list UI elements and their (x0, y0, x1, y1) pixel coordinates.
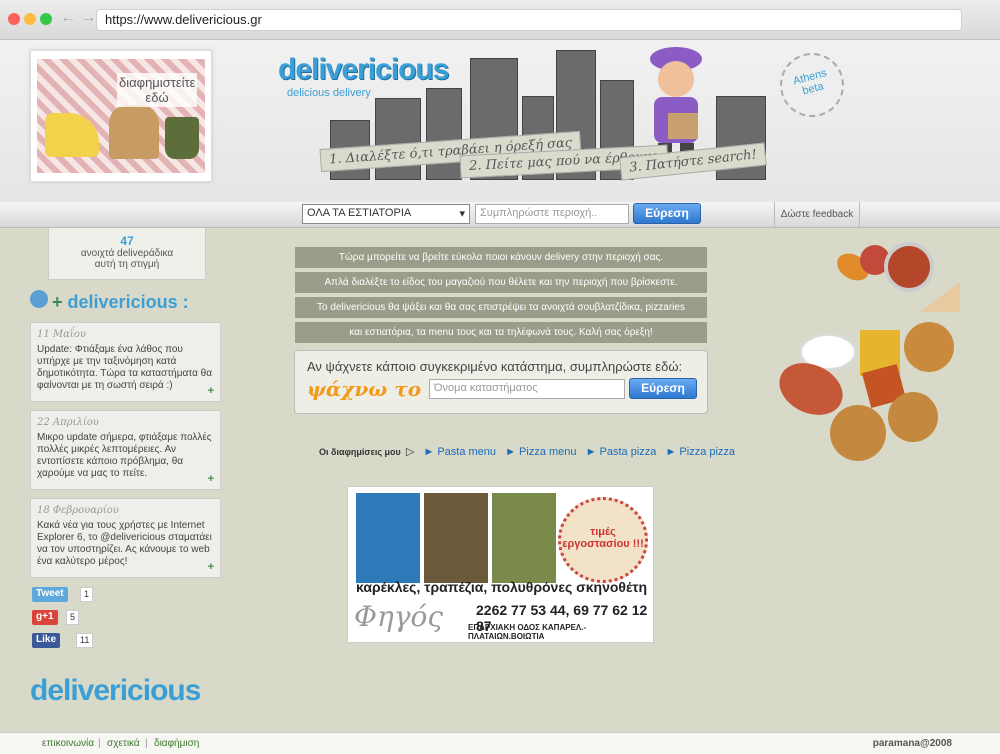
info-line: Απλά διαλέξτε το είδος του μαγαζιού που … (295, 272, 707, 293)
tweet-item: 22 Απριλίου Μικρο update σήμερα, φτιάξαμ… (30, 410, 221, 490)
close-window-icon[interactable] (8, 13, 20, 25)
open-label-sub: αυτή τη στιγμή (94, 259, 160, 270)
browser-toolbar: ← → https://www.delivericious.gr (0, 0, 1000, 40)
info-line: Τώρα μπορείτε να βρείτε εύκολα ποιοι κάν… (295, 247, 707, 268)
ad-image: διαφημιστείτε εδώ (37, 59, 205, 173)
donut-image (904, 322, 954, 372)
category-select[interactable]: ΟΛΑ ΤΑ ΕΣΤΙΑΤΟΡΙΑ ▾ (302, 204, 470, 224)
cookie-image (888, 392, 938, 442)
feedback-link[interactable]: Δώστε feedback (774, 202, 860, 228)
address-bar[interactable]: https://www.delivericious.gr (96, 9, 962, 31)
banner-tagline: καρέκλες, τραπέζια, πολυθρόνες σκηνοθέτη (356, 579, 648, 595)
expand-plus-icon[interactable]: + (208, 561, 214, 573)
site-footer: επικοινωνία | σχετικά | διαφήμιση parama… (0, 732, 1000, 754)
store-search-title: Αν ψάχνετε κάποιο συγκεκριμένο κατάστημα… (307, 359, 683, 374)
tweet-item: 11 Μαΐου Update: Φτιάξαμε ένα λάθος που … (30, 322, 221, 402)
store-search-button[interactable]: Εύρεση (629, 378, 697, 399)
yogurt-image (165, 117, 199, 159)
ads-label: Οι διαφημίσεις μου (319, 447, 401, 457)
footer-credit: paramana@2008 (872, 738, 952, 749)
minimize-window-icon[interactable] (24, 13, 36, 25)
cookie-image (830, 405, 886, 461)
info-line: και εστιατόρια, τα menu τους και τα τηλέ… (295, 322, 707, 343)
area-input[interactable]: Συμπληρώστε περιοχή.. (475, 204, 629, 224)
chevron-down-icon: ▾ (459, 208, 465, 220)
steps-banner: 1. Διαλέξτε ό,τι τραβάει η όρεξή σας 2. … (319, 118, 780, 181)
like-count: 11 (76, 633, 94, 648)
tweet-date: 18 Φεβρουαρίου (37, 505, 119, 516)
search-button[interactable]: Εύρεση (633, 203, 701, 224)
footer-link-about[interactable]: σχετικά (107, 733, 140, 754)
store-name-input[interactable]: Όνομα καταστήματος (429, 379, 625, 399)
site-tagline: delicious delivery (287, 87, 371, 99)
ad-text: διαφημιστείτε εδώ (117, 73, 197, 107)
maximize-window-icon[interactable] (40, 13, 52, 25)
tweet-text: Update: Φτιάξαμε ένα λάθος που υπήρχε με… (37, 344, 212, 391)
site-logo[interactable]: delivericious (278, 53, 449, 87)
bowl-image (884, 242, 934, 292)
header-ad[interactable]: διαφημιστείτε εδώ (30, 50, 212, 182)
twitter-feed-title: + delivericious : (52, 292, 189, 313)
play-icon: ▷ (405, 446, 415, 458)
footer-link-advertise[interactable]: διαφήμιση (154, 733, 199, 754)
tweet-date: 11 Μαΐου (37, 329, 86, 340)
facebook-like-button[interactable]: Like (32, 633, 61, 648)
chair-photo (356, 493, 420, 583)
ad-link[interactable]: ► Pizza pizza (665, 446, 735, 458)
twitter-bird-icon (30, 290, 48, 308)
bottom-logo[interactable]: delivericious (30, 674, 201, 708)
tweet-text: Κακά νέα για τους χρήστες με Internet Ex… (37, 520, 212, 567)
gplus-count: 5 (66, 610, 80, 625)
category-select-value: ΟΛΑ ΤΑ ΕΣΤΙΑΤΟΡΙΑ (307, 207, 412, 219)
tweet-item: 18 Φεβρουαρίου Κακά νέα για τους χρήστες… (30, 498, 221, 578)
tweet-button[interactable]: Tweet (32, 587, 68, 602)
footer-link-contact[interactable]: επικοινωνία (42, 733, 94, 754)
bread-image (109, 105, 159, 159)
footer-separator: | (98, 738, 101, 749)
ad-links: Οι διαφημίσεις μου ▷ ► Pasta menu ► Pizz… (319, 445, 735, 458)
furniture-ad-banner[interactable]: τιμές εργοστασίου !!! καρέκλες, τραπέζια… (347, 486, 654, 643)
ad-link[interactable]: ► Pasta pizza (586, 446, 657, 458)
open-count: 47 (120, 234, 134, 248)
banner-address: ΕΠΑΡΧΙΑΚΗ ΟΔΟΣ ΚΑΠΑΡΕΛ.-ΠΛΑΤΑΙΩΝ.ΒΟΙΩΤΙΑ (468, 623, 587, 641)
tweet-date: 22 Απριλίου (37, 417, 99, 428)
cheese-image (45, 113, 99, 157)
banner-brand: Φηγός (354, 600, 444, 633)
tweet-text: Μικρο update σήμερα, φτιάξαμε πολλές πολ… (37, 432, 212, 479)
back-forward-icon[interactable]: ← → (60, 9, 96, 27)
cake-image (920, 282, 960, 312)
open-label: ανοιχτά deliveράδικα (80, 248, 174, 259)
footer-separator: | (145, 738, 148, 749)
info-line: Το delivericious θα ψάξει και θα σας επι… (295, 297, 707, 318)
ad-link[interactable]: ► Pizza menu (505, 446, 576, 458)
expand-plus-icon[interactable]: + (208, 473, 214, 485)
ad-link[interactable]: ► Pasta menu (423, 446, 496, 458)
twitter-title-text: delivericious : (67, 292, 189, 312)
store-search-box: Αν ψάχνετε κάποιο συγκεκριμένο κατάστημα… (294, 350, 708, 414)
chair-photo (424, 493, 488, 583)
factory-prices-seal: τιμές εργοστασίου !!! (558, 497, 648, 583)
expand-plus-icon[interactable]: + (208, 385, 214, 397)
plus-icon: + (52, 292, 63, 312)
tweet-count: 1 (80, 587, 94, 602)
chair-photo (492, 493, 556, 583)
open-stores-counter: 47 ανοιχτά deliveράδικα αυτή τη στιγμή (48, 228, 206, 280)
gplus-button[interactable]: g+1 (32, 610, 58, 625)
store-search-label: ψάχνω το (307, 377, 422, 401)
